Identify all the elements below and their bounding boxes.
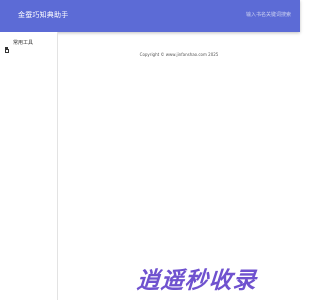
tool-icon bbox=[4, 39, 10, 53]
main-content: Copyright © www.jinfanshao.com 2025 bbox=[58, 32, 300, 300]
top-app-bar: 金蚕巧知典助手 bbox=[0, 0, 300, 32]
app-title[interactable]: 金蚕巧知典助手 bbox=[18, 10, 68, 20]
search-input[interactable] bbox=[246, 10, 296, 20]
sidebar-item-label: 常用工具 bbox=[13, 40, 34, 46]
sidebar: 常用工具 bbox=[0, 32, 58, 300]
copyright-text: Copyright © www.jinfanshao.com 2025 bbox=[139, 52, 219, 57]
watermark-logo: 逍遥秒收录 bbox=[135, 268, 258, 294]
sidebar-item-tools[interactable]: 常用工具 bbox=[4, 38, 54, 53]
